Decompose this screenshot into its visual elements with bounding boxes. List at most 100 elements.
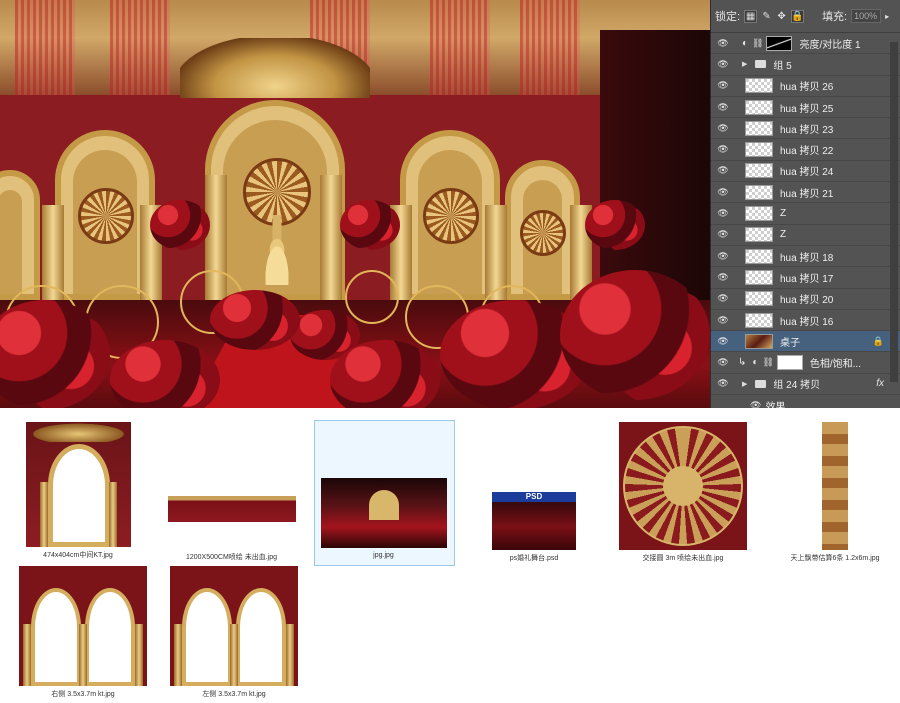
file-item[interactable]: 474x404cm中间KT.jpg <box>18 422 138 560</box>
layers-panel: 锁定: ▦ ✎ ✥ 🔒 填充: 100% ▸ 👁 ◐ ⛓ 亮度/对比度 1 👁 ▶ 组 5 👁… <box>710 0 900 417</box>
layer-name: hua 拷贝 26 <box>780 82 834 94</box>
layer-row[interactable]: 👁 hua 拷贝 17 <box>711 267 900 289</box>
expand-arrow-icon[interactable]: ▶ <box>742 380 747 388</box>
file-thumbnail: PSD <box>492 492 576 550</box>
layer-name: Z <box>780 208 787 220</box>
layer-row[interactable]: 👁 Z <box>711 225 900 246</box>
layer-lock-icon: 🔒 <box>872 335 884 346</box>
layer-row[interactable]: 👁 hua 拷贝 22 <box>711 139 900 161</box>
layer-row[interactable]: 👁 ▶ 组 5 <box>711 54 900 76</box>
layer-name: 组 24 拷贝 <box>773 380 821 392</box>
file-item[interactable]: jpg.jpg <box>314 420 455 566</box>
layer-thumbnail[interactable] <box>745 142 773 158</box>
layer-name: hua 拷贝 20 <box>780 295 834 307</box>
layer-row[interactable]: 👁 hua 拷贝 25 <box>711 97 900 119</box>
visibility-eye-icon[interactable]: 👁 <box>716 144 730 155</box>
rosette-window <box>423 188 479 244</box>
lock-toolbar: 锁定: ▦ ✎ ✥ 🔒 填充: 100% ▸ <box>711 0 900 33</box>
layer-row[interactable]: 👁 hua 拷贝 18 <box>711 246 900 268</box>
visibility-eye-icon[interactable]: 👁 <box>716 123 730 134</box>
layer-thumbnail[interactable] <box>745 333 773 349</box>
layer-thumbnail[interactable] <box>745 99 773 115</box>
layer-row[interactable]: 👁 hua 拷贝 24 <box>711 161 900 183</box>
visibility-eye-icon[interactable]: 👁 <box>716 293 730 304</box>
layer-row[interactable]: 👁 hua 拷贝 20 <box>711 289 900 310</box>
fx-icon[interactable]: fx <box>876 378 884 389</box>
layer-thumbnail[interactable] <box>745 291 773 307</box>
layer-thumbnail[interactable] <box>745 248 773 264</box>
layer-row[interactable]: 👁 ◐ ⛓ 亮度/对比度 1 <box>711 33 900 55</box>
lock-move-icon[interactable]: ✥ <box>776 11 787 22</box>
folder-icon <box>755 379 767 388</box>
visibility-eye-icon[interactable]: 👁 <box>716 38 730 49</box>
lock-all-icon[interactable]: 🔒 <box>791 9 805 23</box>
layer-thumbnail[interactable] <box>745 163 773 179</box>
file-item[interactable]: 1200X500CM喷绘 未出血.jpg <box>164 496 299 562</box>
layer-name: 桌子 <box>780 337 800 349</box>
lock-transparency-icon[interactable]: ▦ <box>744 9 758 23</box>
file-item[interactable]: PSD ps婚礼舞台.psd <box>488 492 580 563</box>
file-name: 474x404cm中间KT.jpg <box>43 552 113 559</box>
expand-arrow-icon[interactable]: ▶ <box>742 60 747 68</box>
layer-thumbnail[interactable] <box>745 184 773 200</box>
layer-thumbnail[interactable] <box>745 206 773 222</box>
visibility-eye-icon[interactable]: 👁 <box>716 229 730 240</box>
panel-scrollbar[interactable] <box>890 42 898 382</box>
link-icon[interactable]: ⛓ <box>752 38 763 49</box>
layer-row[interactable]: 👁 ▶ 组 24 拷贝 fx <box>711 374 900 396</box>
visibility-eye-icon[interactable]: 👁 <box>716 208 730 219</box>
visibility-eye-icon[interactable]: 👁 <box>716 165 730 176</box>
visibility-eye-icon[interactable]: 👁 <box>716 251 730 262</box>
layer-row[interactable]: 👁 Z <box>711 203 900 225</box>
layer-row[interactable]: 👁 hua 拷贝 23 <box>711 118 900 140</box>
layer-mask-thumbnail[interactable] <box>776 355 803 371</box>
file-thumbnail <box>619 422 747 550</box>
clip-arrow-icon: ↳ <box>738 357 747 369</box>
file-thumbnail <box>19 566 147 686</box>
visibility-eye-icon[interactable]: 👁 <box>716 80 730 91</box>
layer-name: 色相/饱和... <box>809 359 861 371</box>
file-name: 左侧 3.5x3.7m kt.jpg <box>202 691 266 698</box>
layer-mask-thumbnail[interactable] <box>766 35 793 51</box>
file-item[interactable]: 交接圆 3m 喷绘未出血.jpg <box>616 422 750 563</box>
visibility-eye-icon[interactable]: 👁 <box>716 272 730 283</box>
layer-name: hua 拷贝 21 <box>780 188 834 200</box>
file-name: ps婚礼舞台.psd <box>509 555 559 562</box>
link-icon[interactable]: ⛓ <box>762 357 773 368</box>
visibility-eye-icon[interactable]: 👁 <box>716 102 730 113</box>
layer-row[interactable]: 👁 hua 拷贝 16 <box>711 310 900 332</box>
layer-thumbnail[interactable] <box>745 227 773 243</box>
file-thumbnail <box>167 496 296 522</box>
arch <box>0 170 40 300</box>
layer-thumbnail[interactable] <box>745 269 773 285</box>
file-browser: 474x404cm中间KT.jpg 1200X500CM喷绘 未出血.jpg j… <box>0 408 900 703</box>
layer-thumbnail[interactable] <box>745 78 773 94</box>
visibility-eye-icon[interactable]: 👁 <box>716 59 730 70</box>
lock-paint-icon[interactable]: ✎ <box>761 11 772 22</box>
visibility-eye-icon[interactable]: 👁 <box>716 315 730 326</box>
fill-dropdown-icon[interactable]: ▸ <box>885 12 889 21</box>
file-thumbnail <box>170 566 298 686</box>
visibility-eye-icon[interactable]: 👁 <box>716 336 730 347</box>
layer-list: 👁 ◐ ⛓ 亮度/对比度 1 👁 ▶ 组 5 👁 hua 拷贝 26 👁 hua 拷贝 25 👁 hua… <box>711 33 900 417</box>
psd-badge: PSD <box>492 492 576 502</box>
fill-label: 填充: <box>822 11 848 23</box>
file-item[interactable]: 右侧 3.5x3.7m kt.jpg <box>14 566 152 699</box>
flower-arrangement <box>340 200 400 250</box>
layer-thumbnail[interactable] <box>745 120 773 136</box>
champagne-fountain <box>254 215 300 285</box>
layer-row[interactable]: 👁 ↳ ◐ ⛓ 色相/饱和... <box>711 352 900 374</box>
folder-icon <box>755 60 767 69</box>
layer-thumbnail[interactable] <box>745 312 773 328</box>
fill-input[interactable]: 100% <box>851 9 882 23</box>
file-item[interactable]: 左侧 3.5x3.7m kt.jpg <box>165 566 303 699</box>
layer-name: hua 拷贝 23 <box>780 124 834 136</box>
layer-row[interactable]: 👁 桌子 🔒 <box>711 331 900 353</box>
layer-row[interactable]: 👁 hua 拷贝 26 <box>711 76 900 97</box>
visibility-eye-icon[interactable]: 👁 <box>716 357 730 368</box>
file-item[interactable]: 天上飘带估算6条 1.2x6m.jpg <box>785 422 885 563</box>
layer-name: hua 拷贝 18 <box>780 252 834 264</box>
layer-row[interactable]: 👁 hua 拷贝 21 <box>711 182 900 204</box>
visibility-eye-icon[interactable]: 👁 <box>716 187 730 198</box>
visibility-eye-icon[interactable]: 👁 <box>716 378 730 389</box>
